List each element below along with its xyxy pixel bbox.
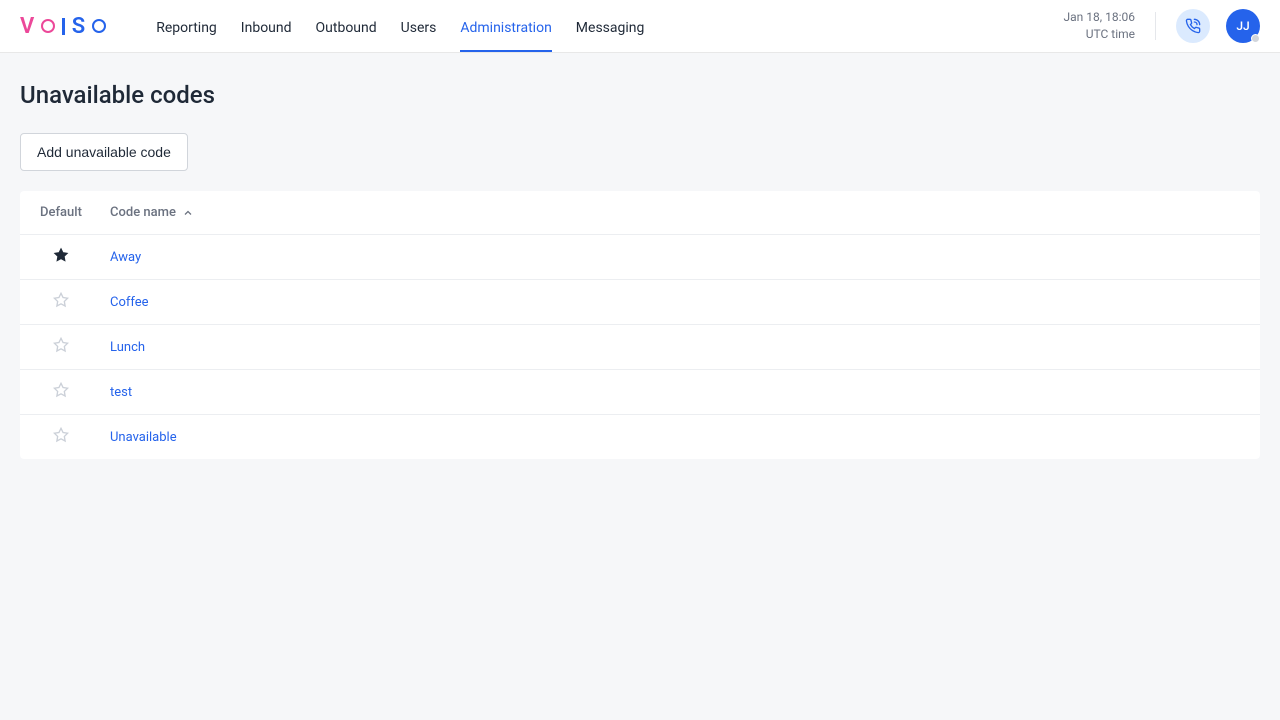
avatar-initials: JJ: [1236, 19, 1249, 33]
default-cell: [40, 247, 110, 267]
column-code-name[interactable]: Code name: [110, 205, 194, 220]
table-row: Coffee: [20, 280, 1260, 325]
status-dot-icon: [1251, 34, 1260, 43]
table-row: test: [20, 370, 1260, 415]
page-content: Unavailable codes Add unavailable code D…: [0, 53, 1280, 487]
timezone-text: UTC time: [1064, 26, 1135, 43]
phone-button[interactable]: [1176, 9, 1210, 43]
star-outline-icon[interactable]: [53, 382, 69, 402]
star-outline-icon[interactable]: [53, 292, 69, 312]
codes-table: Default Code name Away Coffee: [20, 191, 1260, 459]
time-display: Jan 18, 18:06 UTC time: [1064, 9, 1135, 43]
default-cell: [40, 292, 110, 312]
nav-administration[interactable]: Administration: [460, 2, 551, 51]
column-default: Default: [40, 205, 110, 220]
default-cell: [40, 382, 110, 402]
default-cell: [40, 427, 110, 447]
code-name-link[interactable]: Unavailable: [110, 430, 177, 445]
nav-outbound[interactable]: Outbound: [316, 2, 377, 51]
code-name-link[interactable]: test: [110, 385, 132, 400]
sort-ascending-icon: [182, 207, 194, 219]
code-name-link[interactable]: Away: [110, 250, 141, 265]
nav-reporting[interactable]: Reporting: [156, 2, 217, 51]
star-icon[interactable]: [53, 247, 69, 267]
nav-messaging[interactable]: Messaging: [576, 2, 645, 51]
star-outline-icon[interactable]: [53, 427, 69, 447]
table-row: Unavailable: [20, 415, 1260, 459]
page-title: Unavailable codes: [20, 81, 1260, 109]
code-name-link[interactable]: Lunch: [110, 340, 145, 355]
user-avatar[interactable]: JJ: [1226, 9, 1260, 43]
add-unavailable-code-button[interactable]: Add unavailable code: [20, 133, 188, 171]
default-cell: [40, 337, 110, 357]
table-row: Away: [20, 235, 1260, 280]
datetime-text: Jan 18, 18:06: [1064, 9, 1135, 26]
nav-users[interactable]: Users: [401, 2, 437, 51]
phone-icon: [1185, 18, 1201, 34]
header-right: Jan 18, 18:06 UTC time JJ: [1064, 9, 1260, 43]
divider: [1155, 12, 1156, 40]
star-outline-icon[interactable]: [53, 337, 69, 357]
table-header: Default Code name: [20, 191, 1260, 235]
table-row: Lunch: [20, 325, 1260, 370]
main-nav: Reporting Inbound Outbound Users Adminis…: [156, 2, 1063, 51]
column-code-name-label: Code name: [110, 205, 176, 220]
nav-inbound[interactable]: Inbound: [241, 2, 292, 51]
code-name-link[interactable]: Coffee: [110, 295, 149, 310]
logo[interactable]: V S: [20, 14, 106, 39]
app-header: V S Reporting Inbound Outbound Users Adm…: [0, 0, 1280, 53]
